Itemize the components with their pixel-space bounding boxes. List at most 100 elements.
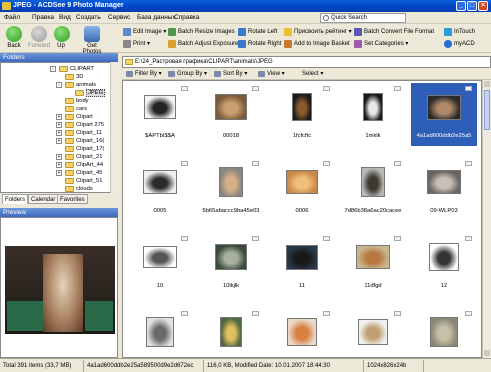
thumbnail-item[interactable]: 0005 [127,158,193,221]
thumbnail-item[interactable]: 5b65abaccc9ba45e03 [198,158,264,221]
tab-calendar[interactable]: Calendar [28,194,59,204]
maximize-button[interactable]: □ [467,1,477,11]
thumbnail-item[interactable] [198,308,264,357]
up-button[interactable]: Up [54,26,70,49]
menu-edit[interactable]: Правка [32,14,54,21]
tree-expand-toggle[interactable]: + [56,114,62,120]
folder-tree-scrollbar[interactable] [110,62,118,193]
thumbnail-item[interactable]: $APTbI$$A [127,83,193,146]
assign-rating-button[interactable]: Присвоить рейтинг ▾ [284,27,352,37]
tree-expand-toggle[interactable]: - [50,66,56,72]
select-button[interactable]: Select ▾ [300,70,323,77]
tree-item[interactable]: Clipart_51 [1,177,111,185]
batch-resize-button[interactable]: Batch Resize Images [168,27,235,37]
menu-create[interactable]: Создать [76,14,101,21]
filter-by-button[interactable]: Filter By ▾ [126,70,162,77]
tree-expand-toggle[interactable]: + [56,138,62,144]
thumbnail-item[interactable] [269,308,335,357]
menu-tools[interactable]: Сервис [108,14,130,21]
tree-item[interactable]: JPEG [1,89,111,97]
forward-button[interactable]: Forward [27,26,51,49]
file-type-icon [323,86,330,91]
tree-expand-toggle[interactable]: + [56,122,62,128]
quick-search-label: Quick Search [331,15,368,21]
thumbnail-item[interactable]: 7d86b38a6ac20cacee [340,158,406,221]
rotate-right-button[interactable]: Rotate Right [238,39,281,49]
rotate-right-label: Rotate Right [248,41,282,47]
add-to-basket-button[interactable]: Add to Image Basket [284,39,350,49]
print-button[interactable]: Print ▾ [123,39,150,49]
file-list-pane[interactable]: $APTbI$$A 00018 1fcfcftc 1mklk 4a1ad600ddb2e… [122,80,482,358]
title-bar: JPEG - ACDSee 9 Photo Manager _ □ × [0,0,491,12]
tree-item[interactable]: + Clipart_21 [1,153,111,161]
file-type-icon [465,311,472,316]
status-total: Total 391 items (33,7 MB) [0,360,84,372]
tree-expand-toggle[interactable]: + [56,130,62,136]
set-categories-button[interactable]: Set Categories ▾ [354,39,408,49]
batch-convert-button[interactable]: Batch Convert File Format [354,27,434,37]
file-list-scrollbar[interactable] [482,80,491,358]
thumbnail-item[interactable]: 0006 [269,158,335,221]
thumbnail-item[interactable]: 09-WLP03 [411,158,477,221]
thumbnail-item[interactable]: 1fcfcftc [269,83,335,146]
tree-expand-toggle[interactable]: - [56,82,62,88]
thumbnail-item[interactable] [340,308,406,357]
printer-icon [123,40,131,48]
tree-item[interactable]: cars [1,105,111,113]
scroll-thumb[interactable] [484,90,490,130]
tree-item[interactable]: - animals [1,81,111,89]
menu-database[interactable]: База данных [137,14,176,21]
thumbnail-item[interactable]: 00018 [198,83,264,146]
scroll-down-button[interactable] [484,350,490,356]
thumbnail-item[interactable] [411,308,477,357]
back-button[interactable]: Back [5,26,23,49]
close-button[interactable]: × [478,1,488,11]
menu-view[interactable]: Вид [59,14,71,21]
batch-adjust-button[interactable]: Batch Adjust Exposure [168,39,238,49]
tree-expand-toggle[interactable]: + [56,162,62,168]
tree-item[interactable]: + Clipart_16( [1,137,111,145]
tab-favorites[interactable]: Favorites [57,194,88,204]
folder-tree[interactable]: - CLIPART 3D - animals JPEG body cars + Clipart + C… [0,62,118,193]
tree-item[interactable]: body [1,97,111,105]
thumbnail-item[interactable] [127,308,193,357]
thumbnail-item[interactable]: 1mklk [340,83,406,146]
thumbnail-item[interactable]: 11dfgd [340,233,406,296]
view-button[interactable]: View ▾ [258,70,285,77]
minimize-button[interactable]: _ [456,1,466,11]
tree-item[interactable]: 3D [1,73,111,81]
get-photos-button[interactable]: Get Photos [77,26,107,55]
tab-folders[interactable]: Folders [2,194,29,204]
thumbnail-item[interactable]: 10lkjlk [198,233,264,296]
address-bar[interactable]: E:\24_Растровая графика\CLIPART\animals\… [122,56,491,68]
tree-item[interactable]: + Clipart [1,113,111,121]
thumbnail-item[interactable]: 10 [127,233,193,296]
file-type-icon [252,161,259,166]
thumbnail-item[interactable]: 12 [411,233,477,296]
scroll-up-button[interactable] [484,81,490,87]
tree-item[interactable]: clouds [1,185,111,192]
rotate-left-button[interactable]: Rotate Left [238,27,277,37]
set-categories-label: Set Categories [364,41,404,47]
menu-help[interactable]: Справка [174,14,200,21]
tree-expand-toggle[interactable]: + [56,154,62,160]
folder-icon [65,154,74,160]
tree-item[interactable]: + Clipart 275 [1,121,111,129]
intouch-button[interactable]: InTouch [444,27,475,37]
thumbnail-item[interactable]: 4a1ad600ddb2e25a5 [411,83,477,146]
sort-icon [214,71,221,77]
tree-item[interactable]: Clipart_17( [1,145,111,153]
thumbnail-caption: 12 [440,283,448,289]
group-by-button[interactable]: Group By ▾ [168,70,207,77]
myacd-button[interactable]: myACD [444,39,475,49]
sort-by-button[interactable]: Sort By ▾ [214,70,247,77]
tree-item[interactable]: + Clipart_11 [1,129,111,137]
thumbnail-item[interactable]: 11 [269,233,335,296]
menu-file[interactable]: Файл [4,14,20,21]
tree-item[interactable]: - CLIPART [1,65,111,73]
quick-search-input[interactable]: Quick Search [320,13,406,23]
tree-expand-toggle[interactable]: + [56,170,62,176]
edit-image-button[interactable]: Edit Image ▾ [123,27,166,37]
tree-item[interactable]: + ClipArt_44 [1,161,111,169]
tree-item[interactable]: + Clipart_45 [1,169,111,177]
